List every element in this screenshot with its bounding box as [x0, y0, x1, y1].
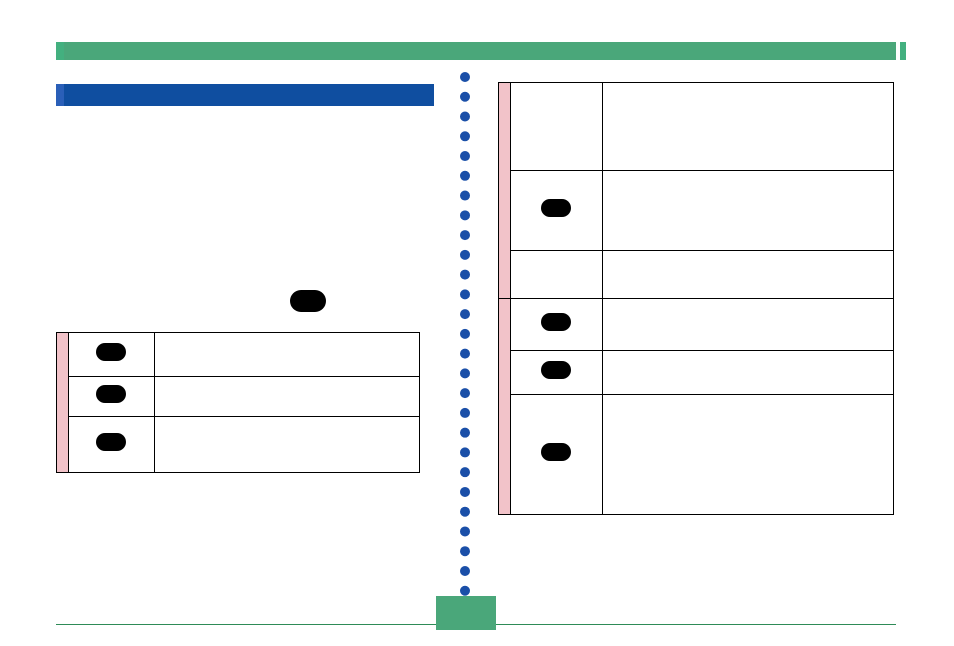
left-center-label-pill: [290, 290, 326, 312]
top-header-right-accent: [900, 42, 906, 60]
right-row-3-label-cell: [510, 251, 602, 299]
table-row: [57, 333, 420, 377]
table-row: [57, 417, 420, 473]
left-row-3-label-cell: [68, 417, 154, 473]
table-row: [499, 83, 894, 171]
right-row-1-content-cell: [602, 83, 893, 171]
right-row-2-label-cell: [510, 171, 602, 251]
column-divider: [460, 72, 470, 596]
left-table-stub: [57, 333, 69, 473]
right-row-4-label-cell: [510, 299, 602, 351]
right-row-5-label-cell: [510, 351, 602, 395]
label-pill-icon: [541, 443, 571, 461]
right-row-5-content-cell: [602, 351, 893, 395]
right-row-4-content-cell: [602, 299, 893, 351]
left-table: [56, 332, 420, 473]
label-pill-icon: [96, 343, 126, 361]
section-heading-bar: [56, 84, 434, 106]
table-row: [499, 251, 894, 299]
right-table-stub-top: [499, 83, 511, 299]
right-table-stub-bottom: [499, 299, 511, 515]
table-row: [499, 395, 894, 515]
right-row-2-content-cell: [602, 171, 893, 251]
table-row: [57, 377, 420, 417]
top-header-bar: [56, 42, 896, 60]
label-pill-icon: [96, 385, 126, 403]
label-pill-icon: [96, 433, 126, 451]
label-pill-icon: [541, 361, 571, 379]
left-row-2-label-cell: [68, 377, 154, 417]
right-row-6-content-cell: [602, 395, 893, 515]
page: [0, 0, 954, 646]
right-row-1-label-cell: [510, 83, 602, 171]
top-header-left-accent: [56, 42, 64, 60]
right-table: [498, 82, 894, 515]
left-row-3-content-cell: [154, 417, 419, 473]
left-row-1-label-cell: [68, 333, 154, 377]
left-row-1-content-cell: [154, 333, 419, 377]
section-heading-accent: [56, 84, 64, 106]
left-row-2-content-cell: [154, 377, 419, 417]
label-pill-icon: [541, 313, 571, 331]
label-pill-icon: [541, 199, 571, 217]
table-row: [499, 351, 894, 395]
table-row: [499, 299, 894, 351]
page-number-block: [436, 596, 496, 630]
right-row-3-content-cell: [602, 251, 893, 299]
right-row-6-label-cell: [510, 395, 602, 515]
table-row: [499, 171, 894, 251]
